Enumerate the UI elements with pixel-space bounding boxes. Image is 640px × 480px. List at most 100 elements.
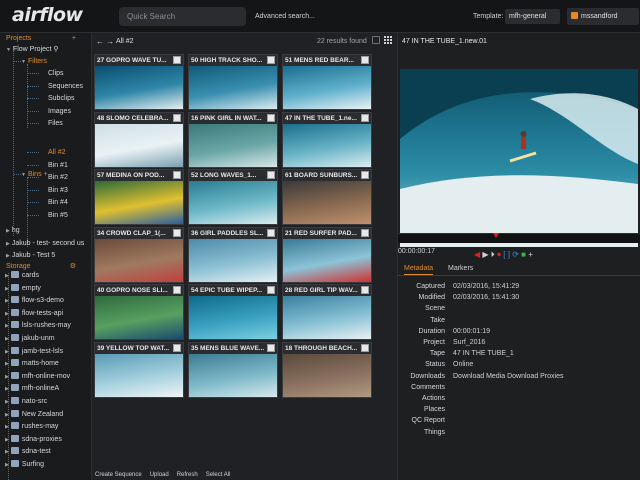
clip-tile[interactable]: 50 HIGH TRACK SHO... — [188, 54, 278, 110]
clip-thumbnail[interactable] — [189, 353, 277, 397]
clip-select-checkbox[interactable] — [267, 171, 275, 179]
clip-select-checkbox[interactable] — [173, 228, 181, 237]
expand-icon[interactable]: ▶ — [5, 323, 9, 329]
download-links[interactable]: Download Media Download Proxies — [453, 373, 564, 381]
clip-select-checkbox[interactable] — [267, 56, 275, 64]
expand-icon[interactable]: ▶ — [5, 311, 9, 317]
storage-item[interactable]: ▶ sdna-proxies — [5, 434, 62, 445]
storage-item[interactable]: ▶ nato-src — [5, 397, 47, 407]
storage-item[interactable]: ▶ flow-s3-demo — [5, 296, 64, 306]
project-flow[interactable]: ▼ Flow Project ⚲ — [6, 45, 59, 55]
clip-select-checkbox[interactable] — [173, 343, 181, 352]
filter-item[interactable]: Sequences — [48, 82, 83, 91]
expand-icon[interactable]: ▶ — [5, 374, 9, 380]
clip-tile[interactable]: 39 YELLOW TOP WAT... — [94, 341, 184, 398]
storage-item[interactable]: ▶ rushes-may — [5, 422, 58, 432]
bin-item[interactable]: Bin #1 — [48, 161, 68, 170]
clip-select-checkbox[interactable] — [361, 113, 369, 122]
expand-icon[interactable]: ▶ — [5, 298, 9, 304]
filter-icon[interactable] — [372, 36, 380, 44]
out-point-icon[interactable]: ] — [508, 250, 510, 259]
storage-item[interactable]: ▶ lsls-rushes-may — [5, 321, 71, 331]
clip-select-checkbox[interactable] — [267, 228, 275, 237]
expand-icon[interactable]: ▶ — [5, 462, 9, 468]
clip-thumbnail[interactable] — [189, 238, 277, 282]
filter-item[interactable]: Files — [48, 119, 63, 128]
clip-select-checkbox[interactable] — [361, 343, 369, 352]
clip-tile[interactable]: 36 GIRL PADDLES SL... — [188, 226, 278, 283]
upload-button[interactable]: Upload — [150, 472, 169, 478]
clip-thumbnail[interactable] — [283, 123, 371, 167]
filters-node[interactable]: ▼ Filters — [21, 57, 47, 67]
expand-icon[interactable]: ▶ — [5, 336, 9, 342]
in-point-icon[interactable]: [ — [503, 250, 505, 259]
clip-select-checkbox[interactable] — [267, 113, 275, 122]
storage-item[interactable]: ▶ mfh-onlineA — [5, 384, 59, 394]
marker-icon[interactable]: ■ — [521, 250, 526, 259]
clip-tile[interactable]: 57 MEDINA ON POD... — [94, 169, 184, 225]
loop-icon[interactable]: ⟳ — [512, 250, 519, 259]
add-project-button[interactable]: + — [72, 34, 76, 44]
clip-thumbnail[interactable] — [95, 296, 183, 339]
project-item[interactable]: ▶ hg — [6, 226, 20, 236]
expand-icon[interactable]: ▶ — [6, 253, 10, 259]
clip-thumbnail[interactable] — [283, 66, 371, 109]
clip-tile[interactable]: 35 MENS BLUE WAVE... — [188, 341, 278, 398]
bin-item[interactable]: Bin #4 — [48, 198, 68, 207]
project-item[interactable]: ▶ Jakub - test- second us — [6, 239, 84, 249]
filter-item[interactable]: Images — [48, 107, 71, 116]
clip-tile[interactable]: 28 RED GIRL TIP WAV... — [282, 284, 372, 340]
storage-item[interactable]: ▶ sdna-test — [5, 447, 51, 457]
clip-thumbnail[interactable] — [95, 123, 183, 167]
expand-icon[interactable]: ▶ — [5, 449, 9, 455]
clip-select-checkbox[interactable] — [173, 56, 181, 64]
clip-thumbnail[interactable] — [189, 66, 277, 109]
filter-item[interactable]: Subclips — [48, 94, 74, 103]
play-button[interactable]: ▶ — [482, 250, 488, 259]
storage-item[interactable]: ▶ jakub-unm — [5, 334, 55, 344]
quick-search-input[interactable]: Quick Search — [119, 7, 246, 26]
clip-thumbnail[interactable] — [189, 181, 277, 224]
expand-icon[interactable]: ▶ — [6, 228, 10, 234]
clip-thumbnail[interactable] — [95, 181, 183, 224]
mark-clip-icon[interactable]: ⏺ — [497, 250, 501, 259]
mark-in-icon[interactable]: ◀ — [474, 250, 480, 259]
clip-thumbnail[interactable] — [283, 181, 371, 224]
clip-tile[interactable]: 47 IN THE TUBE_1.ne... — [282, 111, 372, 168]
clip-thumbnail[interactable] — [95, 66, 183, 109]
tab-markers[interactable]: Markers — [448, 265, 473, 272]
storage-item[interactable]: ▶ cards — [5, 271, 39, 281]
step-forward-icon[interactable]: ⏵ — [491, 250, 495, 259]
project-item[interactable]: ▶ Jakub - Test 5 — [6, 251, 55, 261]
storage-item[interactable]: ▶ jamb-test-lsls — [5, 346, 63, 357]
expand-icon[interactable]: ▶ — [5, 349, 9, 355]
storage-settings-icon[interactable]: ⚙ — [70, 262, 76, 272]
clip-select-checkbox[interactable] — [361, 171, 369, 179]
filter-item[interactable]: Clips — [48, 69, 64, 78]
clip-tile[interactable]: 18 THROUGH BEACH... — [282, 341, 372, 398]
video-player[interactable] — [400, 69, 638, 247]
clip-select-checkbox[interactable] — [267, 286, 275, 294]
clip-tile[interactable]: 51 MENS RED BEAR... — [282, 54, 372, 110]
storage-item[interactable]: ▶ New Zealand — [5, 409, 63, 420]
clip-thumbnail[interactable] — [283, 238, 371, 282]
bin-item[interactable]: Bin #3 — [48, 186, 68, 195]
bin-item[interactable]: All #2 — [48, 148, 66, 157]
add-bin-button[interactable]: + — [44, 171, 48, 178]
clip-thumbnail[interactable] — [189, 123, 277, 167]
bin-item[interactable]: Bin #2 — [48, 173, 68, 182]
storage-item[interactable]: ▶ empty — [5, 283, 41, 294]
clip-tile[interactable]: 52 LONG WAVES_1... — [188, 169, 278, 225]
bins-node[interactable]: ▼ Bins + — [21, 170, 48, 180]
storage-item[interactable]: ▶ flow-tests-api — [5, 308, 63, 319]
clip-thumbnail[interactable] — [189, 296, 277, 339]
playhead[interactable] — [493, 233, 499, 238]
expand-icon[interactable]: ▶ — [5, 424, 9, 430]
clip-tile[interactable]: 48 SLOMO CELEBRA... — [94, 111, 184, 168]
clip-tile[interactable]: 21 RED SURFER PAD... — [282, 226, 372, 283]
bin-item[interactable]: Bin #5 — [48, 211, 68, 220]
create-sequence-button[interactable]: Create Sequence — [95, 472, 142, 478]
timeline-scrubber[interactable] — [398, 233, 640, 243]
clip-select-checkbox[interactable] — [173, 113, 181, 122]
clip-tile[interactable]: 40 GOPRO NOSE SLI... — [94, 284, 184, 340]
